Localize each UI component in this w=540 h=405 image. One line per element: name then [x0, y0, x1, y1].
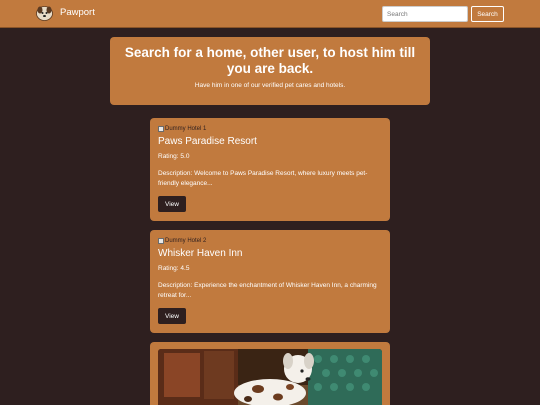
navbar: Pawport Search	[0, 0, 540, 28]
hotel-description: Description: Welcome to Paws Paradise Re…	[158, 170, 368, 187]
hero-banner: Search for a home, other user, to host h…	[110, 37, 430, 105]
hotel-image: Dummy Hotel 2	[158, 238, 206, 244]
dog-photo	[158, 349, 382, 405]
hotel-description: Description: Experience the enchantment …	[158, 282, 377, 299]
hotel-rating: Rating: 5.0	[158, 153, 190, 160]
hotel-name: Whisker Haven Inn	[158, 248, 243, 259]
hotel-rating: Rating: 4.5	[158, 265, 190, 272]
hotel-image: Dummy Hotel 1	[158, 126, 206, 132]
hotel-card: Dummy Hotel 2 Whisker Haven Inn Rating: …	[150, 230, 390, 333]
view-button[interactable]: View	[158, 196, 186, 212]
hotel-image-alt: Dummy Hotel 1	[165, 126, 207, 132]
hero-subtitle: Have him in one of our verified pet care…	[194, 82, 346, 89]
user-card	[150, 342, 390, 405]
hero-title: Search for a home, other user, to host h…	[124, 45, 416, 76]
search-input[interactable]	[382, 6, 468, 22]
hotel-card: Dummy Hotel 1 Paws Paradise Resort Ratin…	[150, 118, 390, 221]
search-button[interactable]: Search	[471, 6, 504, 22]
view-button[interactable]: View	[158, 308, 186, 324]
hotel-name: Paws Paradise Resort	[158, 136, 257, 147]
hotel-image-alt: Dummy Hotel 2	[165, 238, 207, 244]
broken-image-icon	[158, 126, 164, 132]
brand-name[interactable]: Pawport	[60, 7, 95, 18]
dog-logo-icon[interactable]	[36, 6, 53, 21]
broken-image-icon	[158, 238, 164, 244]
